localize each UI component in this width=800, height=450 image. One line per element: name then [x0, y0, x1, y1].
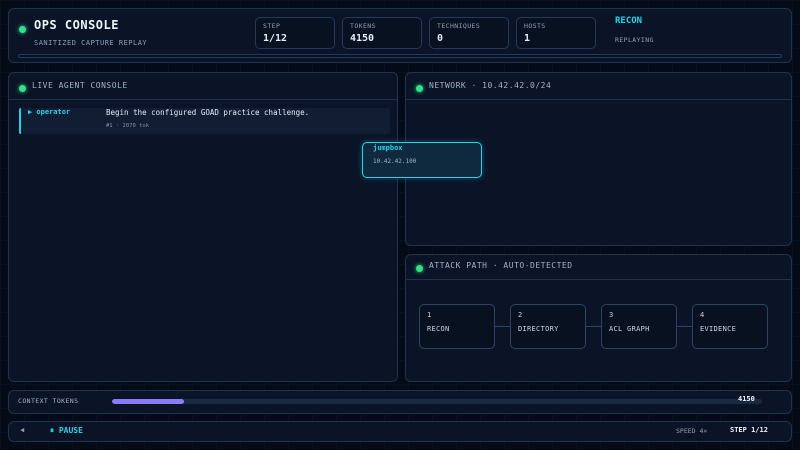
path-connector — [495, 326, 510, 327]
network-title: NETWORK · 10.42.42.0/24 — [429, 81, 552, 90]
network-divider — [406, 99, 791, 100]
step-label: EVIDENCE — [700, 325, 737, 333]
phase-label: RECON — [615, 16, 643, 26]
attack-path-title: ATTACK PATH · AUTO-DETECTED — [429, 261, 573, 270]
stat-label: STEP — [263, 22, 281, 30]
context-progress-track — [112, 399, 762, 404]
stat-hosts: HOSTS 1 — [516, 17, 596, 49]
context-value: 4150 — [738, 395, 755, 403]
step-number: 3 — [609, 311, 614, 319]
host-node-jumpbox[interactable]: jumpbox 10.42.42.100 — [362, 142, 482, 178]
stat-label: HOSTS — [524, 22, 546, 30]
console-divider — [9, 99, 397, 100]
message-text: Begin the configured GOAD practice chall… — [106, 108, 310, 117]
path-connector — [586, 326, 601, 327]
console-title: LIVE AGENT CONSOLE — [32, 81, 128, 90]
step-number: 2 — [518, 311, 523, 319]
attack-step-directory[interactable]: 2 DIRECTORY — [510, 304, 586, 349]
list-item[interactable]: ▶ operator Begin the configured GOAD pra… — [19, 108, 390, 134]
context-panel: CONTEXT TOKENS 4150 — [8, 390, 792, 414]
step-number: 4 — [700, 311, 705, 319]
step-label: ACL GRAPH — [609, 325, 650, 333]
step-label: RECON — [427, 325, 450, 333]
stat-label: TECHNIQUES — [437, 22, 481, 30]
stat-label: TOKENS — [350, 22, 376, 30]
step-number: 1 — [427, 311, 432, 319]
context-label: CONTEXT TOKENS — [18, 397, 79, 405]
app-subtitle: SANITIZED CAPTURE REPLAY — [34, 39, 148, 47]
app-title: OPS CONSOLE — [34, 18, 119, 32]
stat-value: 0 — [437, 33, 444, 44]
stat-tokens: TOKENS 4150 — [342, 17, 422, 49]
step-indicator: STEP 1/12 — [730, 426, 768, 434]
stat-step: STEP 1/12 — [255, 17, 335, 49]
message-meta: #1 · 2070 tok — [106, 123, 150, 129]
stat-value: 1 — [524, 33, 531, 44]
attack-path-divider — [406, 279, 791, 280]
console-panel: LIVE AGENT CONSOLE ▶ operator Begin the … — [8, 72, 398, 382]
status-dot — [19, 26, 26, 33]
stat-value: 1/12 — [263, 33, 288, 44]
controls-panel: ◀ ⏸ PAUSE SPEED 4× STEP 1/12 — [8, 421, 792, 442]
header-panel: OPS CONSOLE SANITIZED CAPTURE REPLAY STE… — [8, 8, 792, 63]
context-progress-fill — [112, 399, 184, 404]
status-dot — [416, 85, 423, 92]
path-connector — [677, 326, 692, 327]
replay-status: REPLAYING — [615, 36, 654, 44]
stat-techniques: TECHNIQUES 0 — [429, 17, 509, 49]
pause-button[interactable]: ⏸ PAUSE — [50, 426, 83, 436]
message-role: ▶ operator — [28, 108, 71, 116]
stat-value: 4150 — [350, 33, 375, 44]
attack-step-acl-graph[interactable]: 3 ACL GRAPH — [601, 304, 677, 349]
speed-control[interactable]: SPEED 4× — [676, 427, 707, 435]
attack-step-recon[interactable]: 1 RECON — [419, 304, 495, 349]
status-dot — [19, 85, 26, 92]
prev-button[interactable]: ◀ — [20, 426, 24, 434]
step-label: DIRECTORY — [518, 325, 559, 333]
attack-step-evidence[interactable]: 4 EVIDENCE — [692, 304, 768, 349]
host-ip: 10.42.42.100 — [373, 158, 417, 165]
host-name: jumpbox — [373, 144, 403, 152]
status-dot — [416, 265, 423, 272]
header-progress-track — [18, 54, 782, 58]
